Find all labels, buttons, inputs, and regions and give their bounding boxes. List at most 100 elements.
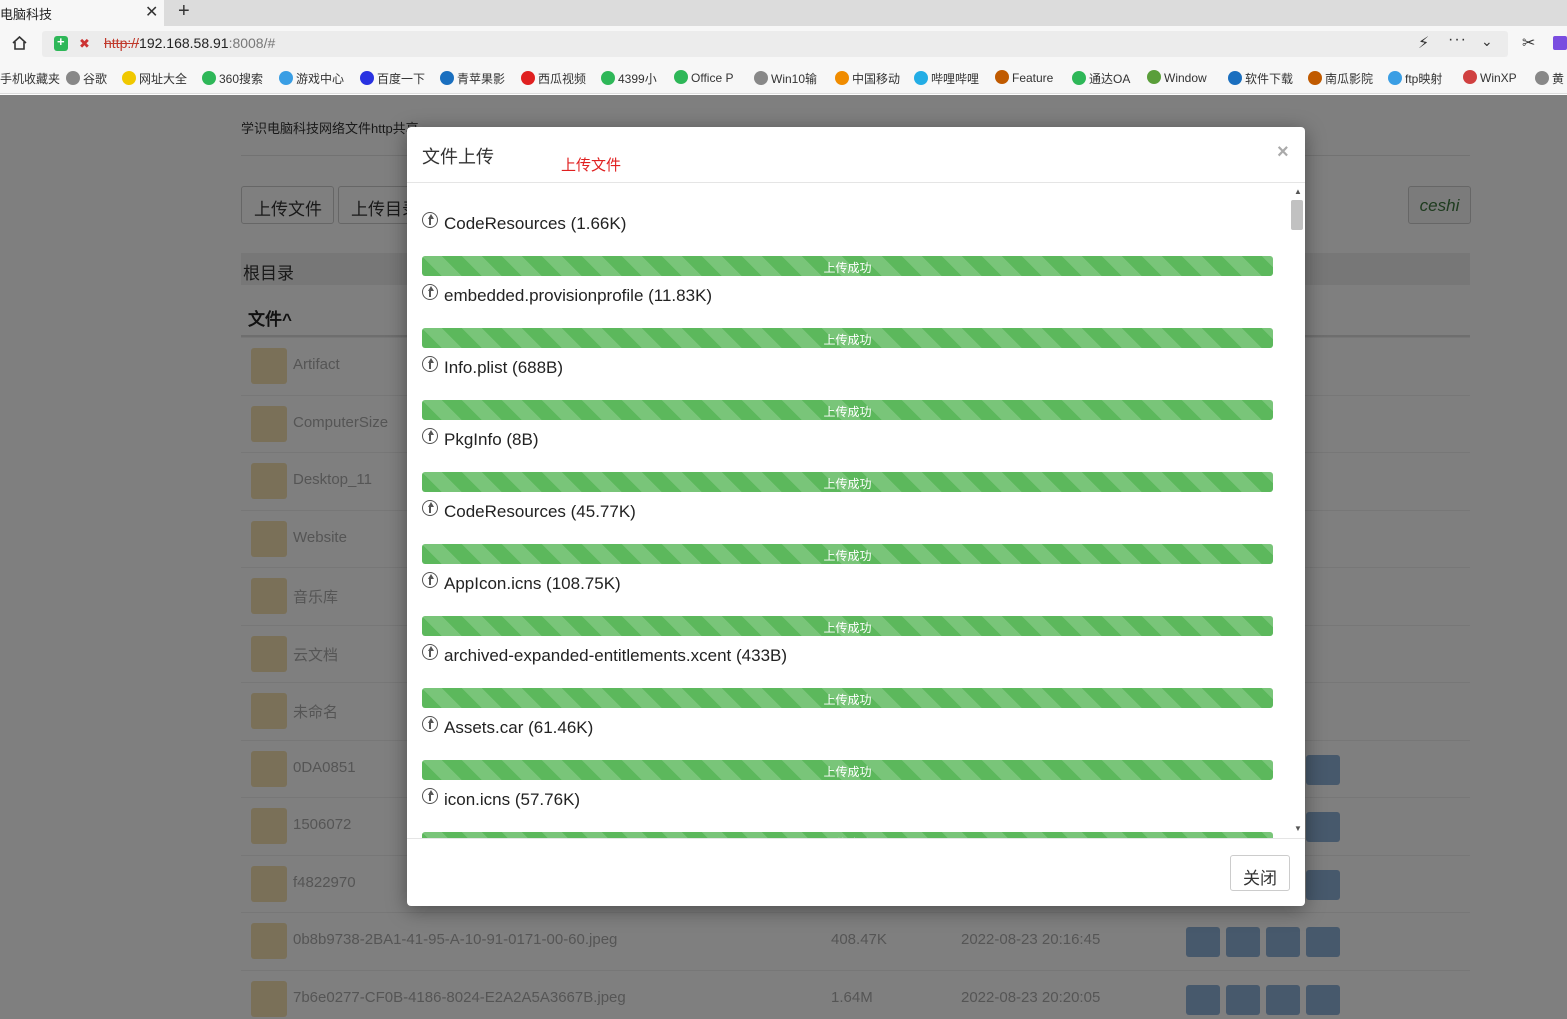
bookmark-label: 黄 (1552, 72, 1565, 86)
pumpkin-icon (1308, 71, 1322, 85)
bookmark-label: 软件下载 (1245, 72, 1294, 86)
extension-icon[interactable] (1553, 36, 1567, 50)
bookmark-item[interactable]: Feature (995, 70, 1053, 85)
url-text[interactable]: http://192.168.58.91:8008/# (104, 35, 275, 51)
upload-item: embedded.provisionprofile (11.83K) 上传成功 (422, 272, 1273, 348)
dialog-header: 文件上传 上传文件 × (407, 127, 1305, 183)
scroll-up-icon[interactable]: ▲ (1294, 187, 1302, 196)
scrollbar[interactable] (1290, 184, 1305, 838)
bookmark-label: Window (1164, 71, 1207, 85)
chevron-down-icon[interactable]: ⌄ (1481, 33, 1493, 50)
upload-file-name: Assets.car (61.46K) (444, 718, 594, 737)
scissors-icon[interactable]: ✂ (1522, 33, 1535, 53)
bookmark-label: ftp映射 (1405, 72, 1443, 86)
url-port: :8008/# (228, 35, 276, 51)
scroll-thumb[interactable] (1291, 200, 1303, 230)
bookmark-item[interactable]: 南瓜影院 (1308, 70, 1373, 87)
doc-icon (674, 70, 688, 84)
upload-file-line: archived-expanded-entitlements.xcent (43… (422, 644, 787, 666)
bookmark-label: 哔哩哔哩 (931, 72, 980, 86)
new-tab-icon[interactable]: + (178, 0, 190, 23)
upload-item: CodeResources (1.66K) 上传成功 (422, 200, 1273, 276)
upload-arrow-icon (422, 572, 438, 588)
feature-icon (995, 70, 1009, 84)
bookmark-label: WinXP (1480, 71, 1517, 85)
bookmark-label: 百度一下 (377, 72, 426, 86)
bookmark-label: 网址大全 (139, 72, 188, 86)
bookmark-item[interactable]: 青苹果影 (440, 70, 505, 87)
bookmark-item[interactable]: 网址大全 (122, 70, 187, 87)
grid-icon (601, 71, 615, 85)
bookmark-item[interactable]: 4399小 (601, 70, 657, 87)
game-icon (279, 71, 293, 85)
bookmark-item[interactable]: 通达OA (1072, 70, 1130, 87)
tv-icon (440, 71, 454, 85)
upload-arrow-icon (422, 356, 438, 372)
upload-file-name: CodeResources (45.77K) (444, 502, 636, 521)
upload-file-line: PkgInfo (8B) (422, 428, 539, 450)
bookmark-label: Feature (1012, 71, 1054, 85)
bookmark-item[interactable]: 黄 (1535, 70, 1564, 87)
dialog-subtitle: 上传文件 (561, 157, 622, 174)
bookmark-label: 游戏中心 (296, 72, 345, 86)
insecure-icon[interactable]: ✖ (79, 36, 90, 52)
baidu-icon (360, 71, 374, 85)
upload-file-name: embedded.provisionprofile (11.83K) (444, 286, 713, 305)
bookmark-item[interactable]: 游戏中心 (279, 70, 344, 87)
dialog-footer: 关闭 (407, 838, 1305, 906)
lightning-icon[interactable]: ⚡ (1418, 33, 1429, 53)
upload-arrow-icon (422, 500, 438, 516)
home-icon[interactable] (12, 36, 27, 50)
ftp-icon (1388, 71, 1402, 85)
bookmark-item[interactable]: ftp映射 (1388, 70, 1442, 87)
browser-tab[interactable]: 电脑科技 ✕ (0, 0, 164, 26)
upload-file-line: embedded.provisionprofile (11.83K) (422, 284, 712, 306)
tab-title: 电脑科技 (0, 7, 53, 22)
upload-arrow-icon (422, 788, 438, 804)
close-icon[interactable]: × (1277, 141, 1289, 164)
bookmark-item[interactable]: Window (1147, 70, 1207, 85)
close-button[interactable]: 关闭 (1230, 855, 1290, 891)
url-host: 192.168.58.91 (139, 35, 229, 51)
bookmark-item[interactable]: Win10输 (754, 70, 817, 87)
bookmark-label: Win10输 (771, 72, 818, 86)
bookmark-item[interactable]: 谷歌 (66, 70, 107, 87)
bookmark-item[interactable]: 手机收藏夹 (0, 70, 60, 87)
bookmark-item[interactable]: 百度一下 (360, 70, 425, 87)
dialog-title: 文件上传 (422, 147, 494, 167)
url-scheme: http:// (104, 35, 140, 51)
bookmark-item[interactable]: 西瓜视频 (521, 70, 586, 87)
upload-file-list: CodeResources (1.66K) 上传成功 embedded.provis… (407, 184, 1305, 838)
tab-close-icon[interactable]: ✕ (145, 2, 158, 22)
upload-arrow-icon (422, 716, 438, 732)
upload-file-line: AppIcon.icns (108.75K) (422, 572, 621, 594)
upload-arrow-icon (422, 284, 438, 300)
bookmark-item[interactable]: 哔哩哔哩 (914, 70, 979, 87)
upload-dialog: 文件上传 上传文件 × CodeResources (1.66K) 上传成功 emb… (407, 127, 1305, 906)
upload-file-name: AppIcon.icns (108.75K) (444, 574, 621, 593)
bookmark-item[interactable]: Office P (674, 70, 733, 85)
scroll-down-icon[interactable]: ▼ (1294, 824, 1302, 833)
globe-icon (754, 71, 768, 85)
shield-icon[interactable] (54, 34, 68, 51)
search-icon (202, 71, 216, 85)
bilibili-icon (914, 71, 928, 85)
upload-file-line: icon.icns (57.76K) (422, 788, 580, 810)
bookmark-label: 4399小 (618, 72, 657, 86)
upload-item: Assets.car (61.46K) 上传成功 (422, 704, 1273, 780)
bookmark-label: 西瓜视频 (538, 72, 587, 86)
bookmark-label: 南瓜影院 (1325, 72, 1374, 86)
more-icon[interactable]: ··· (1448, 31, 1467, 49)
mobile-icon (835, 71, 849, 85)
upload-file-line: Info.plist (688B) (422, 356, 563, 378)
globe-icon (66, 71, 80, 85)
upload-file-line: CodeResources (45.77K) (422, 500, 636, 522)
bookmark-item[interactable]: 软件下载 (1228, 70, 1293, 87)
bookmark-item[interactable]: WinXP (1463, 70, 1517, 85)
bookmark-item[interactable]: 360搜索 (202, 70, 263, 87)
bookmark-label: 青苹果影 (457, 72, 506, 86)
upload-file-line: CodeResources (1.66K) (422, 212, 626, 234)
bookmark-item[interactable]: 中国移动 (835, 70, 900, 87)
upload-arrow-icon (422, 428, 438, 444)
upload-item: Info.plist (688B) 上传成功 (422, 344, 1273, 420)
